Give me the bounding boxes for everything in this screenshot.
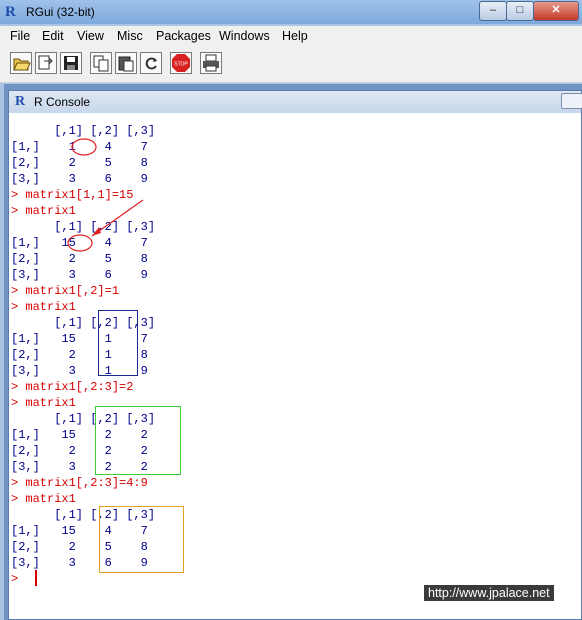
annotation-layer xyxy=(67,138,144,252)
highlight-circle-changed xyxy=(67,234,93,252)
arrow-head-icon xyxy=(92,227,101,236)
highlight-box-column2 xyxy=(98,310,138,376)
highlight-circle-original xyxy=(71,138,97,156)
highlight-box-columns2-3-first xyxy=(95,406,181,475)
watermark: http://www.jpalace.net xyxy=(424,585,554,601)
highlight-box-columns2-3-second xyxy=(99,506,184,573)
